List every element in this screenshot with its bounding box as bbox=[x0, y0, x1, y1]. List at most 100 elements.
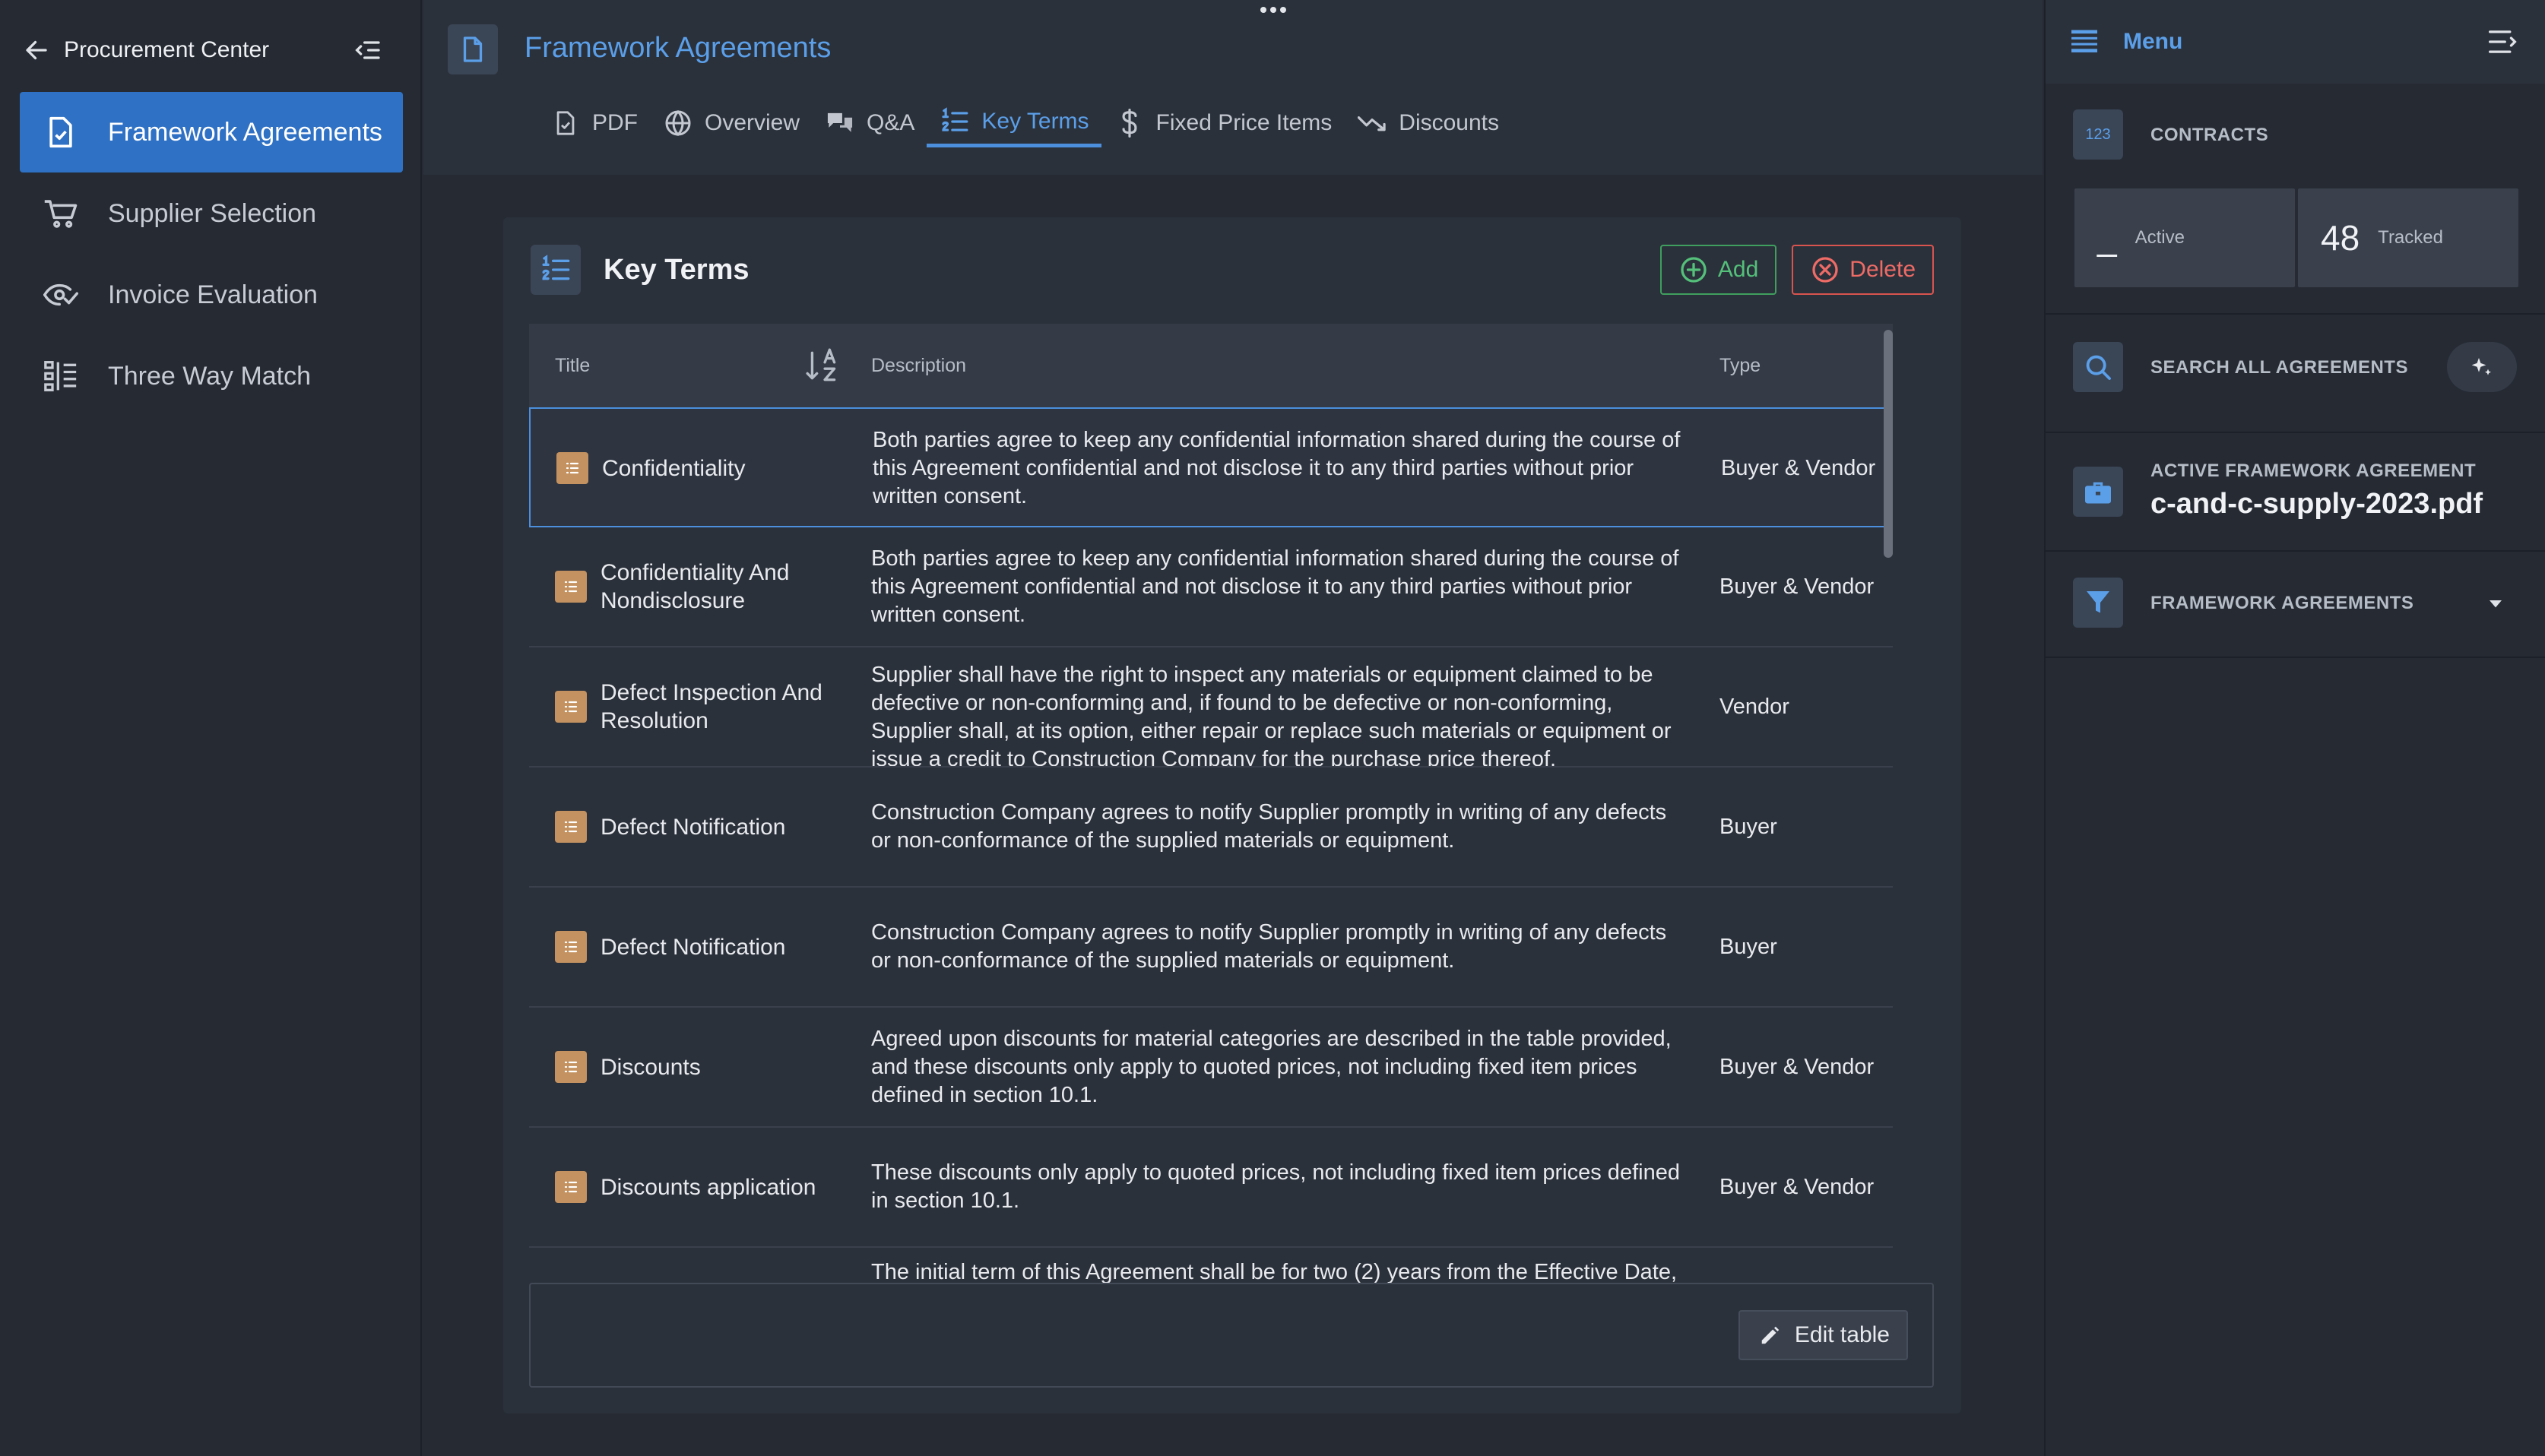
row-type: Buyer bbox=[1719, 934, 1777, 959]
list-document-icon bbox=[555, 1171, 587, 1203]
tab-label: Overview bbox=[705, 110, 800, 135]
table-header: Title Description Type bbox=[529, 324, 1893, 407]
row-description: Supplier shall have the right to inspect… bbox=[871, 663, 1672, 766]
row-description: Both parties agree to keep any confident… bbox=[871, 546, 1679, 627]
row-type: Buyer & Vendor bbox=[1719, 1054, 1875, 1079]
active-value: _ bbox=[2097, 218, 2117, 258]
menu-header: Menu bbox=[2046, 0, 2545, 84]
active-agreement-name: c-and-c-supply-2023.pdf bbox=[2150, 488, 2483, 520]
tracked-label: Tracked bbox=[2378, 227, 2443, 248]
row-description: Construction Company agrees to notify Su… bbox=[871, 920, 1667, 973]
table-row[interactable]: Defect Notification Construction Company… bbox=[529, 768, 1893, 888]
tab-label: Key Terms bbox=[981, 108, 1089, 134]
active-agreement-caption: ACTIVE FRAMEWORK AGREEMENT bbox=[2150, 461, 2477, 481]
table-row[interactable]: The initial term of this Agreement shall… bbox=[529, 1248, 1893, 1283]
tab-label: PDF bbox=[592, 110, 638, 135]
menu-toggle-icon[interactable] bbox=[2484, 24, 2521, 60]
row-title: Defect Notification bbox=[601, 934, 786, 960]
tab-pdf[interactable]: PDF bbox=[537, 99, 650, 147]
active-label: Active bbox=[2135, 227, 2185, 248]
row-type: Buyer bbox=[1719, 814, 1777, 839]
plus-circle-icon bbox=[1678, 255, 1709, 285]
sidebar: Procurement Center Framework Agreements … bbox=[0, 0, 422, 1456]
row-title: Defect Notification bbox=[601, 814, 786, 840]
add-button[interactable]: Add bbox=[1659, 245, 1777, 295]
sidebar-item-framework-agreements[interactable]: Framework Agreements bbox=[20, 92, 403, 173]
list-document-icon bbox=[555, 931, 587, 963]
pencil-icon bbox=[1757, 1321, 1784, 1349]
tab-label: Discounts bbox=[1399, 110, 1499, 135]
panel-title: Key Terms bbox=[604, 253, 750, 286]
document-check-icon bbox=[41, 112, 81, 152]
sidebar-header: Procurement Center bbox=[20, 27, 386, 73]
tab-qa[interactable]: Q&A bbox=[812, 99, 927, 147]
sidebar-item-supplier-selection[interactable]: Supplier Selection bbox=[20, 173, 403, 254]
sidebar-title: Procurement Center bbox=[64, 37, 270, 62]
sidebar-item-label: Framework Agreements bbox=[108, 117, 382, 147]
table-row[interactable]: Confidentiality Both parties agree to ke… bbox=[529, 407, 1893, 527]
table-scrollbar[interactable] bbox=[1884, 330, 1893, 558]
menu-lines-icon bbox=[2071, 30, 2097, 54]
tab-key-terms[interactable]: Key Terms bbox=[927, 99, 1101, 147]
sidebar-item-three-way-match[interactable]: Three Way Match bbox=[20, 336, 403, 416]
table-row[interactable]: Defect Notification Construction Company… bbox=[529, 888, 1893, 1008]
page-header: Framework Agreements PDF Overview Q&A Ke… bbox=[423, 0, 2043, 175]
row-type: Buyer & Vendor bbox=[1719, 574, 1875, 599]
sparkle-icon bbox=[2470, 355, 2494, 379]
edit-table-label: Edit table bbox=[1794, 1322, 1890, 1347]
search-all-agreements-label[interactable]: SEARCH ALL AGREEMENTS bbox=[2150, 357, 2408, 378]
row-description: Construction Company agrees to notify Su… bbox=[871, 800, 1667, 853]
key-terms-table: Title Description Type Confidentiality B… bbox=[529, 324, 1893, 1283]
list-document-icon bbox=[555, 1051, 587, 1083]
tracked-contracts-stat: 48 Tracked bbox=[2298, 188, 2518, 287]
row-title: Discounts bbox=[601, 1054, 701, 1080]
back-arrow-icon[interactable] bbox=[20, 33, 53, 67]
framework-agreements-filter-label[interactable]: FRAMEWORK AGREEMENTS bbox=[2150, 593, 2413, 614]
add-button-label: Add bbox=[1717, 257, 1759, 282]
numbered-list-icon bbox=[939, 106, 971, 138]
row-description: Both parties agree to keep any confident… bbox=[873, 427, 1681, 508]
delete-button-label: Delete bbox=[1849, 257, 1916, 282]
tab-label: Q&A bbox=[867, 110, 915, 135]
numbered-list-icon bbox=[531, 245, 581, 295]
search-icon bbox=[2073, 342, 2123, 392]
table-row[interactable]: Defect Inspection And Resolution Supplie… bbox=[529, 647, 1893, 768]
sidebar-item-invoice-evaluation[interactable]: Invoice Evaluation bbox=[20, 255, 403, 335]
number-badge-text: 123 bbox=[2085, 125, 2111, 143]
tab-discounts[interactable]: Discounts bbox=[1344, 99, 1511, 147]
filter-funnel-icon bbox=[2073, 578, 2123, 628]
chevron-down-icon[interactable] bbox=[2483, 591, 2508, 616]
sort-alpha-icon[interactable] bbox=[804, 347, 842, 385]
tab-fixed-price-items[interactable]: Fixed Price Items bbox=[1101, 99, 1345, 147]
table-row[interactable]: Confidentiality And Nondisclosure Both p… bbox=[529, 527, 1893, 647]
row-description: These discounts only apply to quoted pri… bbox=[871, 1160, 1680, 1213]
briefcase-icon bbox=[2073, 467, 2123, 517]
sidebar-item-label: Three Way Match bbox=[108, 361, 312, 391]
delete-button[interactable]: Delete bbox=[1792, 245, 1934, 295]
row-title: Confidentiality bbox=[602, 455, 746, 481]
collapse-sidebar-icon[interactable] bbox=[348, 31, 386, 69]
row-type: Buyer & Vendor bbox=[1719, 1174, 1875, 1199]
columns-list-icon bbox=[41, 356, 81, 396]
more-dots-icon[interactable] bbox=[1254, 5, 1292, 15]
pdf-file-icon bbox=[550, 107, 582, 139]
dollar-icon bbox=[1114, 107, 1146, 139]
row-type: Vendor bbox=[1719, 694, 1789, 719]
column-header-title[interactable]: Title bbox=[555, 324, 590, 407]
sidebar-item-label: Invoice Evaluation bbox=[108, 280, 318, 309]
ai-sparkle-button[interactable] bbox=[2447, 342, 2517, 392]
list-document-icon bbox=[555, 571, 587, 603]
table-row[interactable]: Discounts Agreed upon discounts for mate… bbox=[529, 1008, 1893, 1128]
column-header-description: Description bbox=[871, 354, 967, 376]
tab-overview[interactable]: Overview bbox=[650, 99, 812, 147]
table-row[interactable]: Discounts application These discounts on… bbox=[529, 1128, 1893, 1248]
contracts-caption: CONTRACTS bbox=[2150, 125, 2269, 145]
row-title: Defect Inspection And Resolution bbox=[601, 680, 822, 733]
trend-down-icon bbox=[1356, 107, 1388, 139]
x-circle-icon bbox=[1810, 255, 1840, 285]
page-title: Framework Agreements bbox=[525, 32, 832, 64]
right-panel: Menu 123 CONTRACTS _ Active 48 Tracked S… bbox=[2044, 0, 2545, 1456]
filter-section[interactable]: FRAMEWORK AGREEMENTS bbox=[2046, 552, 2545, 658]
list-document-icon bbox=[555, 691, 587, 723]
edit-table-button[interactable]: Edit table bbox=[1738, 1310, 1908, 1360]
